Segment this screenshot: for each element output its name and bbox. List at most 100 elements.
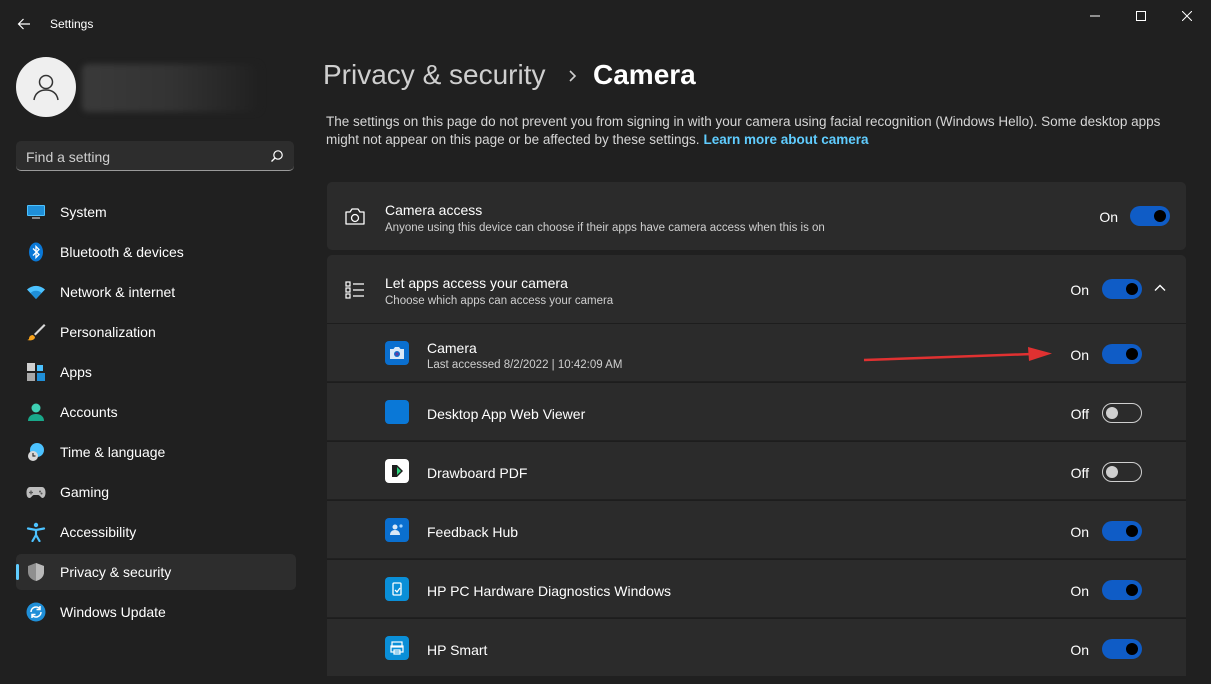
accessibility-icon bbox=[26, 522, 46, 542]
globe-clock-icon bbox=[28, 443, 44, 461]
sidebar-item-system[interactable]: System bbox=[16, 194, 296, 230]
wifi-icon bbox=[27, 285, 45, 299]
hp-diagnostics-toggle[interactable] bbox=[1102, 580, 1142, 600]
app-name: HP PC Hardware Diagnostics Windows bbox=[427, 583, 672, 599]
list-icon bbox=[345, 281, 364, 299]
desktop-app-web-viewer-toggle[interactable] bbox=[1102, 403, 1142, 423]
update-icon bbox=[26, 602, 46, 622]
sidebar-item-gaming[interactable]: Gaming bbox=[16, 474, 296, 510]
app-name: Camera bbox=[427, 340, 477, 356]
red-annotation-arrow bbox=[863, 347, 1052, 362]
app-name: Feedback Hub bbox=[427, 524, 519, 540]
shield-icon bbox=[28, 563, 44, 581]
maximize-button[interactable] bbox=[1118, 0, 1164, 32]
sidebar-item-label: Accounts bbox=[60, 404, 118, 420]
sidebar-item-label: Accessibility bbox=[60, 524, 137, 540]
sidebar-nav: System Bluetooth & devices Network & int… bbox=[16, 194, 296, 634]
sidebar-item-label: Bluetooth & devices bbox=[60, 244, 184, 260]
title-bar: Settings bbox=[0, 0, 1211, 48]
camera-access-subtitle: Anyone using this device can choose if t… bbox=[385, 222, 825, 234]
bluetooth-icon bbox=[29, 242, 43, 262]
hp-diagnostics-icon bbox=[385, 577, 409, 601]
app-name: HP Smart bbox=[427, 642, 488, 658]
let-apps-title: Let apps access your camera bbox=[385, 275, 568, 291]
sidebar-item-label: System bbox=[60, 204, 107, 220]
sidebar-item-label: Network & internet bbox=[60, 284, 176, 300]
sidebar-item-label: Apps bbox=[60, 364, 92, 380]
app-last-accessed: Last accessed 8/2/2022 | 10:42:09 AM bbox=[427, 359, 623, 371]
search-icon[interactable] bbox=[270, 149, 284, 163]
sidebar-item-accessibility[interactable]: Accessibility bbox=[16, 514, 296, 550]
app-row-drawboard-pdf: Drawboard PDF Off bbox=[327, 441, 1186, 499]
app-row-hp-diagnostics: HP PC Hardware Diagnostics Windows On bbox=[327, 559, 1186, 617]
person-icon bbox=[28, 403, 44, 421]
person-icon bbox=[33, 74, 59, 101]
chevron-right-icon bbox=[569, 70, 577, 82]
sidebar-item-label: Windows Update bbox=[60, 604, 166, 620]
feedback-hub-icon bbox=[385, 518, 409, 542]
toggle-state-label: On bbox=[1070, 282, 1089, 298]
close-button[interactable] bbox=[1164, 0, 1210, 32]
camera-access-card: Camera access Anyone using this device c… bbox=[327, 182, 1186, 250]
camera-icon bbox=[345, 208, 365, 225]
blurred-user-name bbox=[82, 64, 260, 112]
sidebar-item-label: Gaming bbox=[60, 484, 110, 500]
web-viewer-icon bbox=[385, 400, 409, 424]
drawboard-pdf-toggle[interactable] bbox=[1102, 462, 1142, 482]
back-arrow-icon bbox=[17, 18, 30, 30]
hp-smart-toggle[interactable] bbox=[1102, 639, 1142, 659]
maximize-icon bbox=[1136, 11, 1146, 21]
learn-more-link[interactable]: Learn more about camera bbox=[704, 132, 869, 147]
sidebar-item-privacy-security[interactable]: Privacy & security bbox=[16, 554, 296, 590]
apps-icon bbox=[27, 363, 45, 381]
sidebar-item-apps[interactable]: Apps bbox=[16, 354, 296, 390]
camera-access-title: Camera access bbox=[385, 202, 483, 218]
sidebar-item-accounts[interactable]: Accounts bbox=[16, 394, 296, 430]
chevron-up-icon[interactable] bbox=[1153, 281, 1167, 295]
toggle-state-label: On bbox=[1070, 347, 1089, 363]
minimize-icon bbox=[1090, 15, 1100, 17]
app-name: Desktop App Web Viewer bbox=[427, 406, 586, 422]
page-title: Camera bbox=[593, 59, 696, 90]
let-apps-subtitle: Choose which apps can access your camera bbox=[385, 295, 614, 307]
drawboard-icon bbox=[385, 459, 409, 483]
let-apps-toggle[interactable] bbox=[1102, 279, 1142, 299]
sidebar-item-time-language[interactable]: Time & language bbox=[16, 434, 296, 470]
camera-app-toggle[interactable] bbox=[1102, 344, 1142, 364]
toggle-state-label: On bbox=[1070, 583, 1089, 599]
app-name: Drawboard PDF bbox=[427, 465, 528, 481]
toggle-state-label: Off bbox=[1070, 406, 1089, 422]
app-row-camera: Camera Last accessed 8/2/2022 | 10:42:09… bbox=[327, 323, 1186, 381]
sidebar-item-label: Time & language bbox=[60, 444, 166, 460]
hp-smart-icon bbox=[385, 636, 409, 660]
sidebar-item-label: Privacy & security bbox=[60, 564, 172, 580]
toggle-state-label: On bbox=[1099, 209, 1118, 225]
app-row-hp-smart: HP Smart On bbox=[327, 618, 1186, 676]
app-row-desktop-app-web-viewer: Desktop App Web Viewer Off bbox=[327, 382, 1186, 440]
feedback-hub-toggle[interactable] bbox=[1102, 521, 1142, 541]
minimize-button[interactable] bbox=[1072, 0, 1118, 32]
toggle-state-label: Off bbox=[1070, 465, 1089, 481]
sidebar-item-network[interactable]: Network & internet bbox=[16, 274, 296, 310]
gamepad-icon bbox=[26, 487, 46, 498]
brush-icon bbox=[27, 324, 46, 341]
breadcrumb-parent[interactable]: Privacy & security bbox=[323, 59, 546, 91]
sidebar-item-windows-update[interactable]: Windows Update bbox=[16, 594, 296, 630]
camera-app-icon bbox=[385, 341, 409, 365]
sidebar-item-personalization[interactable]: Personalization bbox=[16, 314, 296, 350]
window-title: Settings bbox=[50, 17, 94, 31]
toggle-state-label: On bbox=[1070, 642, 1089, 658]
close-icon bbox=[1182, 11, 1192, 21]
monitor-icon bbox=[27, 205, 45, 219]
sidebar-item-label: Personalization bbox=[60, 324, 156, 340]
search-input[interactable] bbox=[16, 141, 268, 172]
let-apps-access-card[interactable]: Let apps access your camera Choose which… bbox=[327, 255, 1186, 323]
app-row-feedback-hub: Feedback Hub On bbox=[327, 500, 1186, 558]
search-box[interactable] bbox=[16, 141, 294, 172]
back-button[interactable] bbox=[14, 14, 34, 34]
camera-access-toggle[interactable] bbox=[1130, 206, 1170, 226]
toggle-state-label: On bbox=[1070, 524, 1089, 540]
sidebar-item-bluetooth[interactable]: Bluetooth & devices bbox=[16, 234, 296, 270]
avatar[interactable] bbox=[16, 57, 76, 117]
page-description: The settings on this page do not prevent… bbox=[326, 113, 1176, 149]
